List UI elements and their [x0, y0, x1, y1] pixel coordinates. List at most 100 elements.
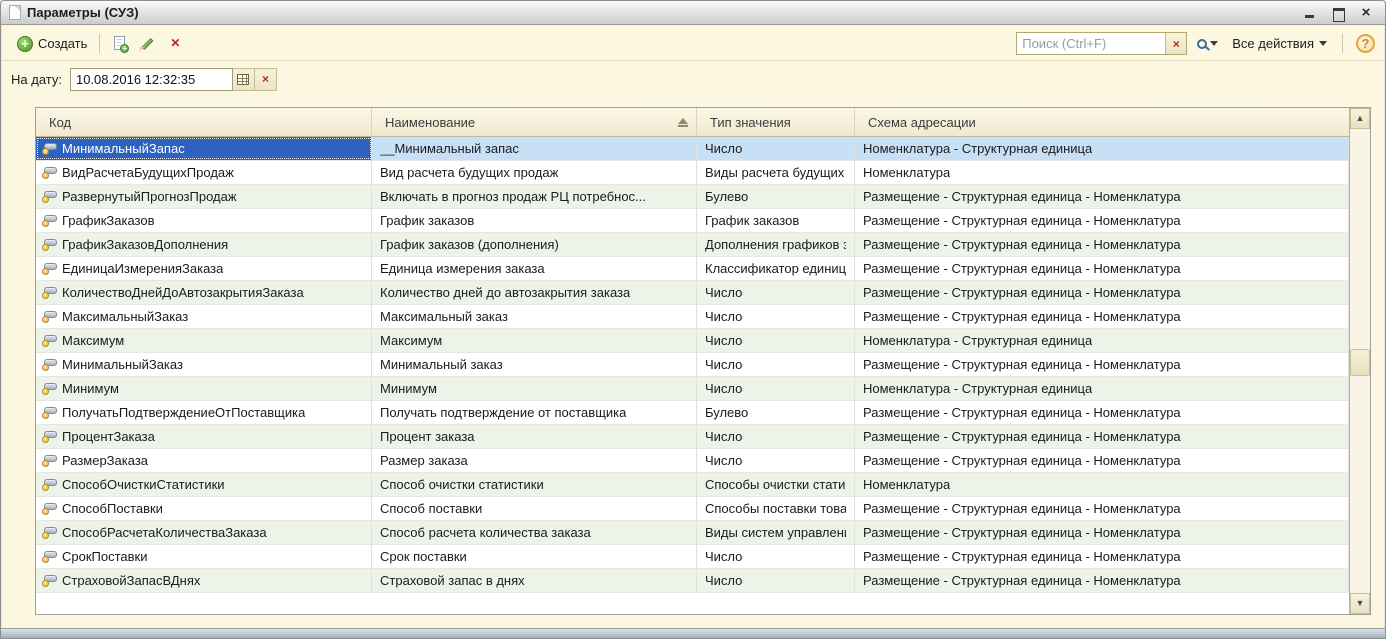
date-clear-button[interactable]: × [255, 68, 277, 91]
scroll-down-button[interactable]: ▼ [1350, 593, 1370, 614]
table-row[interactable]: ГрафикЗаказовДополненияГрафик заказов (д… [36, 233, 1349, 257]
scroll-up-button[interactable]: ▲ [1350, 108, 1370, 129]
cell-type[interactable]: Число [697, 425, 855, 448]
cell-scheme[interactable]: Размещение - Структурная единица - Номен… [855, 281, 1349, 304]
search-settings-button[interactable] [1192, 36, 1223, 52]
scrollbar-thumb[interactable] [1350, 349, 1370, 376]
cell-code[interactable]: МинимальныйЗаказ [36, 353, 372, 376]
maximize-icon[interactable] [1331, 7, 1345, 19]
cell-scheme[interactable]: Размещение - Структурная единица - Номен… [855, 209, 1349, 232]
cell-type[interactable]: Число [697, 353, 855, 376]
cell-name[interactable]: Срок поставки [372, 545, 697, 568]
table-row[interactable]: РазмерЗаказаРазмер заказаЧислоРазмещение… [36, 449, 1349, 473]
cell-code[interactable]: ПроцентЗаказа [36, 425, 372, 448]
cell-code[interactable]: РазмерЗаказа [36, 449, 372, 472]
table-row[interactable]: СтраховойЗапасВДняхСтраховой запас в дня… [36, 569, 1349, 593]
cell-code[interactable]: РазвернутыйПрогнозПродаж [36, 185, 372, 208]
vertical-scrollbar[interactable]: ▲ ▼ [1349, 108, 1370, 614]
table-row[interactable]: МинимальныйЗаказМинимальный заказЧислоРа… [36, 353, 1349, 377]
cell-code[interactable]: ВидРасчетаБудущихПродаж [36, 161, 372, 184]
edit-button[interactable] [134, 32, 162, 56]
cell-scheme[interactable]: Размещение - Структурная единица - Номен… [855, 305, 1349, 328]
cell-name[interactable]: Включать в прогноз продаж РЦ потребнос..… [372, 185, 697, 208]
cell-code[interactable]: СрокПоставки [36, 545, 372, 568]
minimize-icon[interactable] [1303, 7, 1317, 19]
cell-name[interactable]: Вид расчета будущих продаж [372, 161, 697, 184]
table-row[interactable]: СпособОчисткиСтатистикиСпособ очистки ст… [36, 473, 1349, 497]
cell-name[interactable]: Процент заказа [372, 425, 697, 448]
search-clear-button[interactable]: × [1165, 33, 1186, 54]
cell-code[interactable]: ПолучатьПодтверждениеОтПоставщика [36, 401, 372, 424]
cell-name[interactable]: Способ поставки [372, 497, 697, 520]
cell-scheme[interactable]: Размещение - Структурная единица - Номен… [855, 353, 1349, 376]
cell-type[interactable]: Булево [697, 401, 855, 424]
cell-scheme[interactable]: Размещение - Структурная единица - Номен… [855, 569, 1349, 592]
date-input[interactable] [70, 68, 233, 91]
cell-name[interactable]: Единица измерения заказа [372, 257, 697, 280]
cell-code[interactable]: ГрафикЗаказов [36, 209, 372, 232]
cell-scheme[interactable]: Размещение - Структурная единица - Номен… [855, 233, 1349, 256]
cell-code[interactable]: МинимальныйЗапас [36, 137, 372, 160]
cell-name[interactable]: Страховой запас в днях [372, 569, 697, 592]
table-row[interactable]: ПолучатьПодтверждениеОтПоставщикаПолучат… [36, 401, 1349, 425]
cell-name[interactable]: График заказов [372, 209, 697, 232]
table-row[interactable]: МинимальныйЗапас__Минимальный запасЧисло… [36, 137, 1349, 161]
cell-scheme[interactable]: Размещение - Структурная единица - Номен… [855, 185, 1349, 208]
scrollbar-track[interactable] [1350, 129, 1370, 593]
table-row[interactable]: РазвернутыйПрогнозПродажВключать в прогн… [36, 185, 1349, 209]
calendar-button[interactable] [233, 68, 255, 91]
cell-scheme[interactable]: Размещение - Структурная единица - Номен… [855, 449, 1349, 472]
search-input[interactable] [1017, 33, 1165, 54]
cell-scheme[interactable]: Размещение - Структурная единица - Номен… [855, 401, 1349, 424]
cell-scheme[interactable]: Размещение - Структурная единица - Номен… [855, 425, 1349, 448]
cell-code[interactable]: Максимум [36, 329, 372, 352]
cell-name[interactable]: Максимум [372, 329, 697, 352]
cell-type[interactable]: Дополнения графиков за... [697, 233, 855, 256]
table-row[interactable]: МинимумМинимумЧислоНоменклатура - Структ… [36, 377, 1349, 401]
cell-scheme[interactable]: Номенклатура [855, 161, 1349, 184]
table-row[interactable]: СпособРасчетаКоличестваЗаказаСпособ расч… [36, 521, 1349, 545]
cell-code[interactable]: СпособРасчетаКоличестваЗаказа [36, 521, 372, 544]
all-actions-button[interactable]: Все действия [1228, 33, 1331, 54]
cell-type[interactable]: Число [697, 377, 855, 400]
help-button[interactable]: ? [1356, 34, 1375, 53]
cell-scheme[interactable]: Размещение - Структурная единица - Номен… [855, 545, 1349, 568]
cell-name[interactable]: Минимальный заказ [372, 353, 697, 376]
cell-name[interactable]: Размер заказа [372, 449, 697, 472]
cell-code[interactable]: Минимум [36, 377, 372, 400]
cell-type[interactable]: График заказов [697, 209, 855, 232]
title-bar[interactable]: Параметры (СУЗ) × [1, 1, 1385, 25]
cell-type[interactable]: Способы поставки товара [697, 497, 855, 520]
close-icon[interactable]: × [1359, 7, 1373, 19]
cell-scheme[interactable]: Номенклатура - Структурная единица [855, 137, 1349, 160]
table-row[interactable]: ГрафикЗаказовГрафик заказовГрафик заказо… [36, 209, 1349, 233]
cell-type[interactable]: Способы очистки статист... [697, 473, 855, 496]
cell-name[interactable]: График заказов (дополнения) [372, 233, 697, 256]
cell-scheme[interactable]: Размещение - Структурная единица - Номен… [855, 257, 1349, 280]
table-row[interactable]: ВидРасчетаБудущихПродажВид расчета будущ… [36, 161, 1349, 185]
table-row[interactable]: МаксимумМаксимумЧислоНоменклатура - Стру… [36, 329, 1349, 353]
cell-name[interactable]: Максимальный заказ [372, 305, 697, 328]
cell-type[interactable]: Классификатор единиц и... [697, 257, 855, 280]
cell-name[interactable]: __Минимальный запас [372, 137, 697, 160]
cell-scheme[interactable]: Номенклатура - Структурная единица [855, 377, 1349, 400]
column-header-scheme[interactable]: Схема адресации [855, 108, 1349, 136]
table-row[interactable]: КоличествоДнейДоАвтозакрытияЗаказаКоличе… [36, 281, 1349, 305]
table-row[interactable]: СпособПоставкиСпособ поставкиСпособы пос… [36, 497, 1349, 521]
delete-button[interactable]: ✕ [162, 32, 190, 56]
cell-type[interactable]: Виды расчета будущих пр... [697, 161, 855, 184]
column-header-type[interactable]: Тип значения [697, 108, 855, 136]
table-row[interactable]: ПроцентЗаказаПроцент заказаЧислоРазмещен… [36, 425, 1349, 449]
cell-type[interactable]: Булево [697, 185, 855, 208]
cell-name[interactable]: Минимум [372, 377, 697, 400]
cell-type[interactable]: Число [697, 449, 855, 472]
table-row[interactable]: СрокПоставкиСрок поставкиЧислоРазмещение… [36, 545, 1349, 569]
cell-name[interactable]: Способ расчета количества заказа [372, 521, 697, 544]
cell-scheme[interactable]: Номенклатура [855, 473, 1349, 496]
copy-button[interactable]: + [106, 32, 134, 56]
cell-type[interactable]: Число [697, 305, 855, 328]
column-header-name[interactable]: Наименование [372, 108, 697, 136]
cell-scheme[interactable]: Размещение - Структурная единица - Номен… [855, 521, 1349, 544]
cell-code[interactable]: СпособПоставки [36, 497, 372, 520]
cell-type[interactable]: Число [697, 569, 855, 592]
